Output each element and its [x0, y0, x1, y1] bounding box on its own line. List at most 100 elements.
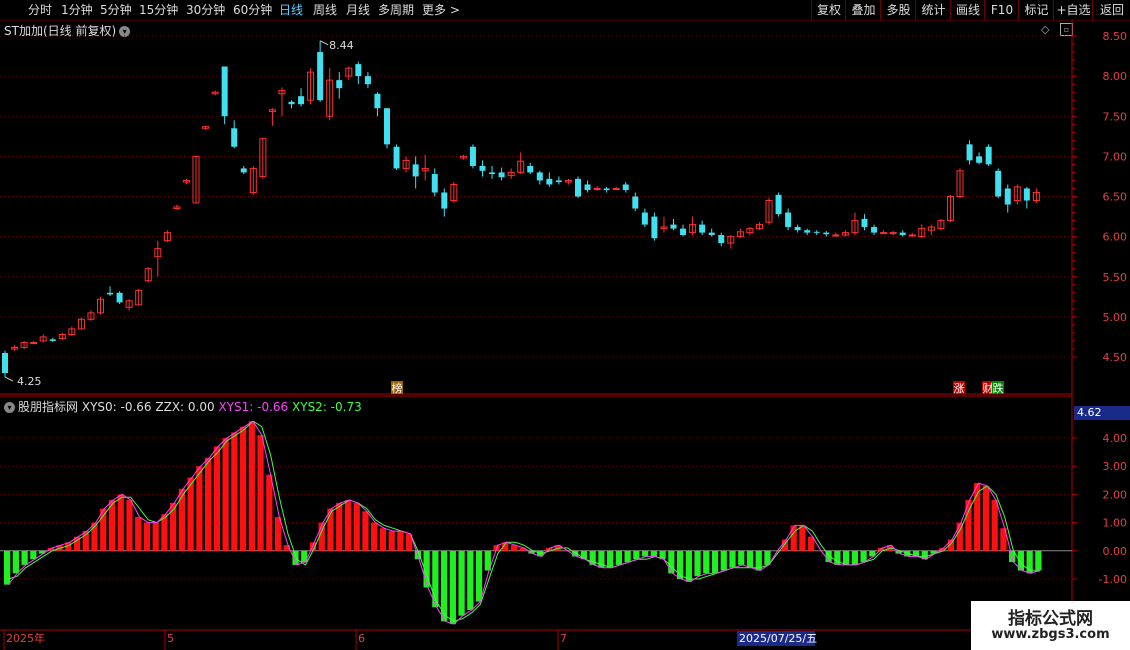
histogram-bar: [178, 488, 186, 551]
main-chart-title: ST加加(日线 前复权) ▾: [4, 22, 131, 39]
histogram-bar: [510, 545, 518, 551]
toolbar-button-4[interactable]: 画线: [950, 0, 985, 20]
tab-10[interactable]: 更多 >: [422, 0, 460, 20]
toolbar-button-0[interactable]: 复权: [811, 0, 846, 20]
price-tick-label: 5.00: [1103, 311, 1128, 324]
histogram-bar: [773, 550, 780, 552]
event-marker-bg: [982, 381, 994, 394]
toolbar-button-3[interactable]: 统计: [915, 0, 951, 20]
candle-body: [908, 234, 916, 237]
histogram-bar: [135, 516, 142, 551]
histogram-bar: [904, 550, 911, 557]
indicator-tick-label: 2.00: [1103, 488, 1128, 501]
watermark-title: 指标公式网: [1008, 609, 1093, 629]
candle-body: [584, 184, 591, 191]
indicator-tick-label: 3.00: [1103, 460, 1128, 473]
histogram-bar: [126, 500, 133, 551]
event-marker: 榜: [392, 381, 403, 395]
event-marker: 涨: [954, 382, 965, 395]
toolbar-button-1[interactable]: 叠加: [845, 0, 881, 20]
tab-0[interactable]: 分时: [28, 0, 52, 20]
low-pointer: [4, 376, 14, 382]
tab-6[interactable]: 日线: [279, 0, 303, 20]
candle-body: [889, 232, 897, 235]
price-tick-label: 5.50: [1103, 271, 1128, 284]
toolbar-button-6[interactable]: 标记: [1018, 0, 1054, 20]
tab-4[interactable]: 30分钟: [186, 0, 225, 20]
histogram-bar: [353, 502, 360, 551]
histogram-bar: [406, 533, 413, 551]
candle-body: [1004, 188, 1011, 205]
candle-body: [163, 232, 171, 242]
tab-3[interactable]: 15分钟: [139, 0, 178, 20]
histogram-bar: [371, 522, 378, 551]
histogram-bar: [1017, 550, 1025, 571]
candle-body: [364, 76, 371, 85]
toolbar-button-5[interactable]: F10: [984, 0, 1019, 20]
histogram-bar: [965, 500, 972, 551]
candle-body: [708, 232, 715, 236]
tab-8[interactable]: 月线: [346, 0, 370, 20]
diamond-icon[interactable]: ◇: [1041, 23, 1049, 36]
cursor-date-label: 2025/07/25/五: [739, 632, 817, 645]
candle-body: [765, 200, 773, 223]
price-tick-label: 4.50: [1103, 351, 1128, 364]
histogram-bar: [528, 550, 535, 554]
candle-body: [660, 226, 668, 230]
tab-5[interactable]: 60分钟: [233, 0, 272, 20]
histogram-bar: [580, 550, 588, 560]
candle-body: [345, 67, 353, 77]
candle-body: [259, 138, 267, 177]
candle-body: [1032, 191, 1040, 202]
histogram-bar: [720, 550, 727, 571]
candle-body: [402, 159, 410, 169]
tab-2[interactable]: 5分钟: [100, 0, 132, 20]
tab-1[interactable]: 1分钟: [61, 0, 93, 20]
histogram-bar: [633, 550, 640, 560]
price-tick-label: 8.00: [1103, 70, 1128, 83]
candle-body: [154, 248, 162, 258]
indicator-tick-label: 1.00: [1103, 517, 1128, 530]
tab-9[interactable]: 多周期: [378, 0, 414, 20]
candle-body: [746, 228, 754, 234]
indicator-title: ▾ 股朋指标网 XYS0: -0.66 ZZX: 0.00 XYS1: -0.66…: [4, 398, 362, 415]
price-tick-label: 7.50: [1103, 110, 1128, 123]
candle-body: [144, 268, 152, 282]
candle-body: [307, 71, 315, 101]
candle-body: [58, 334, 66, 340]
event-marker-bg: [992, 381, 1004, 394]
chevron-down-icon[interactable]: ▾: [119, 26, 131, 37]
histogram-bar: [939, 547, 946, 551]
histogram-bar: [746, 550, 754, 568]
tab-7[interactable]: 周线: [313, 0, 337, 20]
candle-body: [49, 339, 56, 341]
candle-body: [507, 171, 515, 177]
candle-body: [116, 292, 123, 303]
indicator-name: 股朋指标网: [18, 400, 79, 414]
candle-body: [211, 91, 219, 95]
candle-body: [641, 212, 648, 225]
histogram-bar: [624, 550, 631, 563]
histogram-bar: [12, 550, 19, 574]
histogram-bar: [414, 550, 421, 560]
candle-body: [937, 220, 945, 230]
restore-window-icon[interactable]: ▫: [1060, 23, 1073, 36]
candle-body: [68, 328, 76, 336]
candle-body: [441, 192, 448, 209]
toolbar-button-7[interactable]: +自选: [1053, 0, 1093, 20]
candle-body: [1013, 186, 1021, 202]
candle-body: [899, 232, 906, 236]
toolbar-button-8[interactable]: 返回: [1092, 0, 1130, 20]
candle-body: [918, 228, 926, 238]
toolbar-button-2[interactable]: 多股: [880, 0, 916, 20]
histogram-bar: [502, 542, 509, 551]
histogram-bar: [615, 550, 623, 565]
chevron-down-icon[interactable]: ▾: [4, 402, 15, 413]
indicator-tick-label: 0.00: [1103, 545, 1128, 558]
candle-body: [727, 236, 735, 244]
histogram-bar: [222, 438, 229, 551]
candle-body: [861, 218, 868, 227]
time-axis-label: 7: [560, 632, 567, 645]
zzx-value: ZZX: 0.00: [155, 400, 215, 414]
candle-body: [2, 352, 8, 374]
